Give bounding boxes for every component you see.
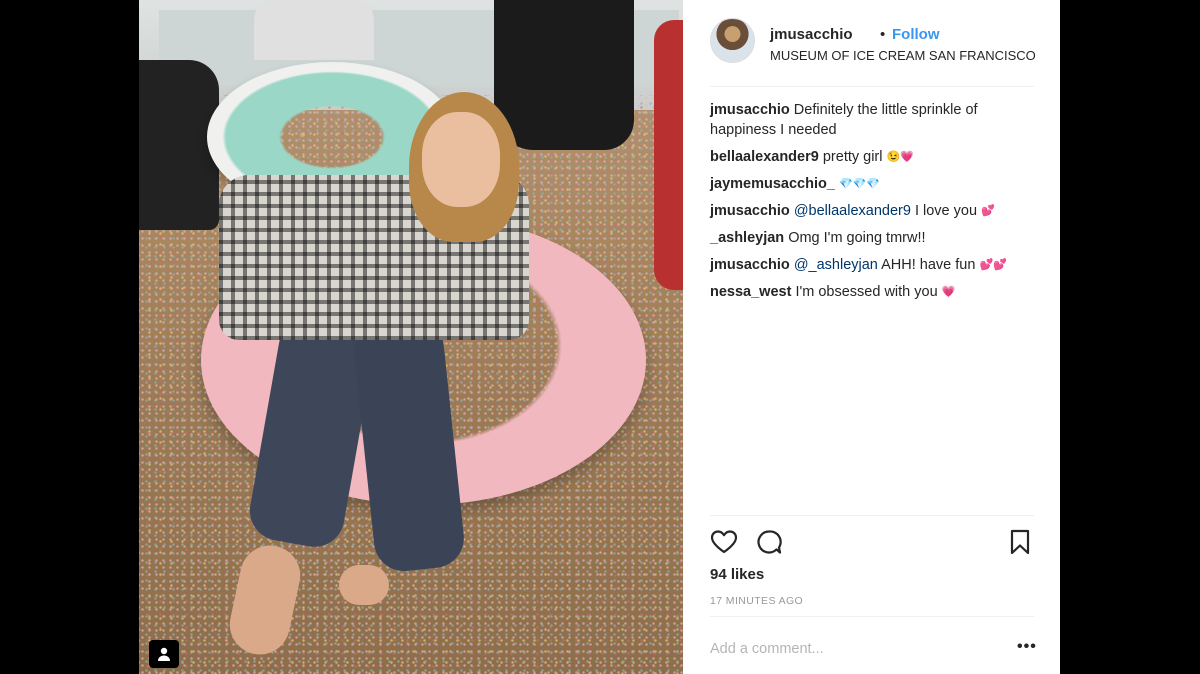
comment-username[interactable]: jmusacchio [710,203,790,219]
more-options-button[interactable]: ••• [1017,638,1037,656]
comment-text: Omg I'm going tmrw!! [784,230,926,246]
actions-divider [710,515,1034,516]
comment: _ashleyjan Omg I'm going tmrw!! [710,228,1040,248]
comment-username[interactable]: _ashleyjan [710,230,784,246]
comment: jmusacchio @_ashleyjan AHH! have fun 💕💕 [710,255,1040,275]
post-header: jmusacchio • Follow MUSEUM OF ICE CREAM … [710,14,1040,74]
comment-list: jmusacchio Definitely the little sprinkl… [710,100,1040,309]
comment-text: pretty girl [818,149,887,165]
person-icon [158,647,170,661]
comment-icon[interactable] [755,528,783,556]
follow-button[interactable]: Follow [892,26,940,43]
comment-username[interactable]: jmusacchio [710,102,790,118]
instagram-post: jmusacchio • Follow MUSEUM OF ICE CREAM … [139,0,1060,674]
post-photo[interactable] [139,0,683,674]
comment-text: AHH! have fun [877,257,980,273]
like-count[interactable]: 94 likes [710,566,764,583]
comment-text: I'm obsessed with you [791,284,942,300]
comment: jmusacchio Definitely the little sprinkl… [710,100,1040,140]
post-timestamp[interactable]: 17 MINUTES AGO [710,595,803,607]
post-sidebar: jmusacchio • Follow MUSEUM OF ICE CREAM … [683,0,1060,674]
tagged-user-icon[interactable] [149,640,179,668]
emoji: 💕 [981,205,995,217]
avatar[interactable] [710,18,755,63]
photo-background-person [494,0,634,150]
comment-mention[interactable]: @_ashleyjan [794,257,878,273]
comment: jaymemusacchio_ 💎💎💎 [710,174,1040,194]
comment-username[interactable]: jaymemusacchio_ [710,176,835,192]
photo-background-person [254,0,374,60]
emoji: 💎💎💎 [838,178,881,190]
header-divider [710,86,1034,87]
comment-username[interactable]: bellaalexander9 [710,149,819,165]
comment: jmusacchio @bellaalexander9 I love you 💕 [710,201,1040,221]
post-username[interactable]: jmusacchio [770,26,853,43]
comment-username[interactable]: nessa_west [710,284,791,300]
comment-username[interactable]: jmusacchio [710,257,790,273]
post-location[interactable]: MUSEUM OF ICE CREAM SAN FRANCISCO [770,48,1036,63]
comment: nessa_west I'm obsessed with you 💗 [710,282,1040,302]
photo-foot [339,565,389,605]
photo-background-person [654,20,683,290]
photo-face [422,112,500,207]
emoji: 💗 [941,286,956,298]
action-bar [710,528,1034,558]
bookmark-icon[interactable] [1006,528,1034,556]
comment-text: I love you [910,203,982,219]
comment-divider [710,616,1034,617]
heart-icon[interactable] [710,528,738,556]
comment-mention[interactable]: @bellaalexander9 [794,203,911,219]
add-comment-input[interactable]: Add a comment... [710,641,824,657]
comment: bellaalexander9 pretty girl 😉💗 [710,147,1040,167]
emoji: 💕💕 [979,259,1007,271]
separator-dot: • [880,26,886,43]
emoji: 😉💗 [886,151,914,163]
